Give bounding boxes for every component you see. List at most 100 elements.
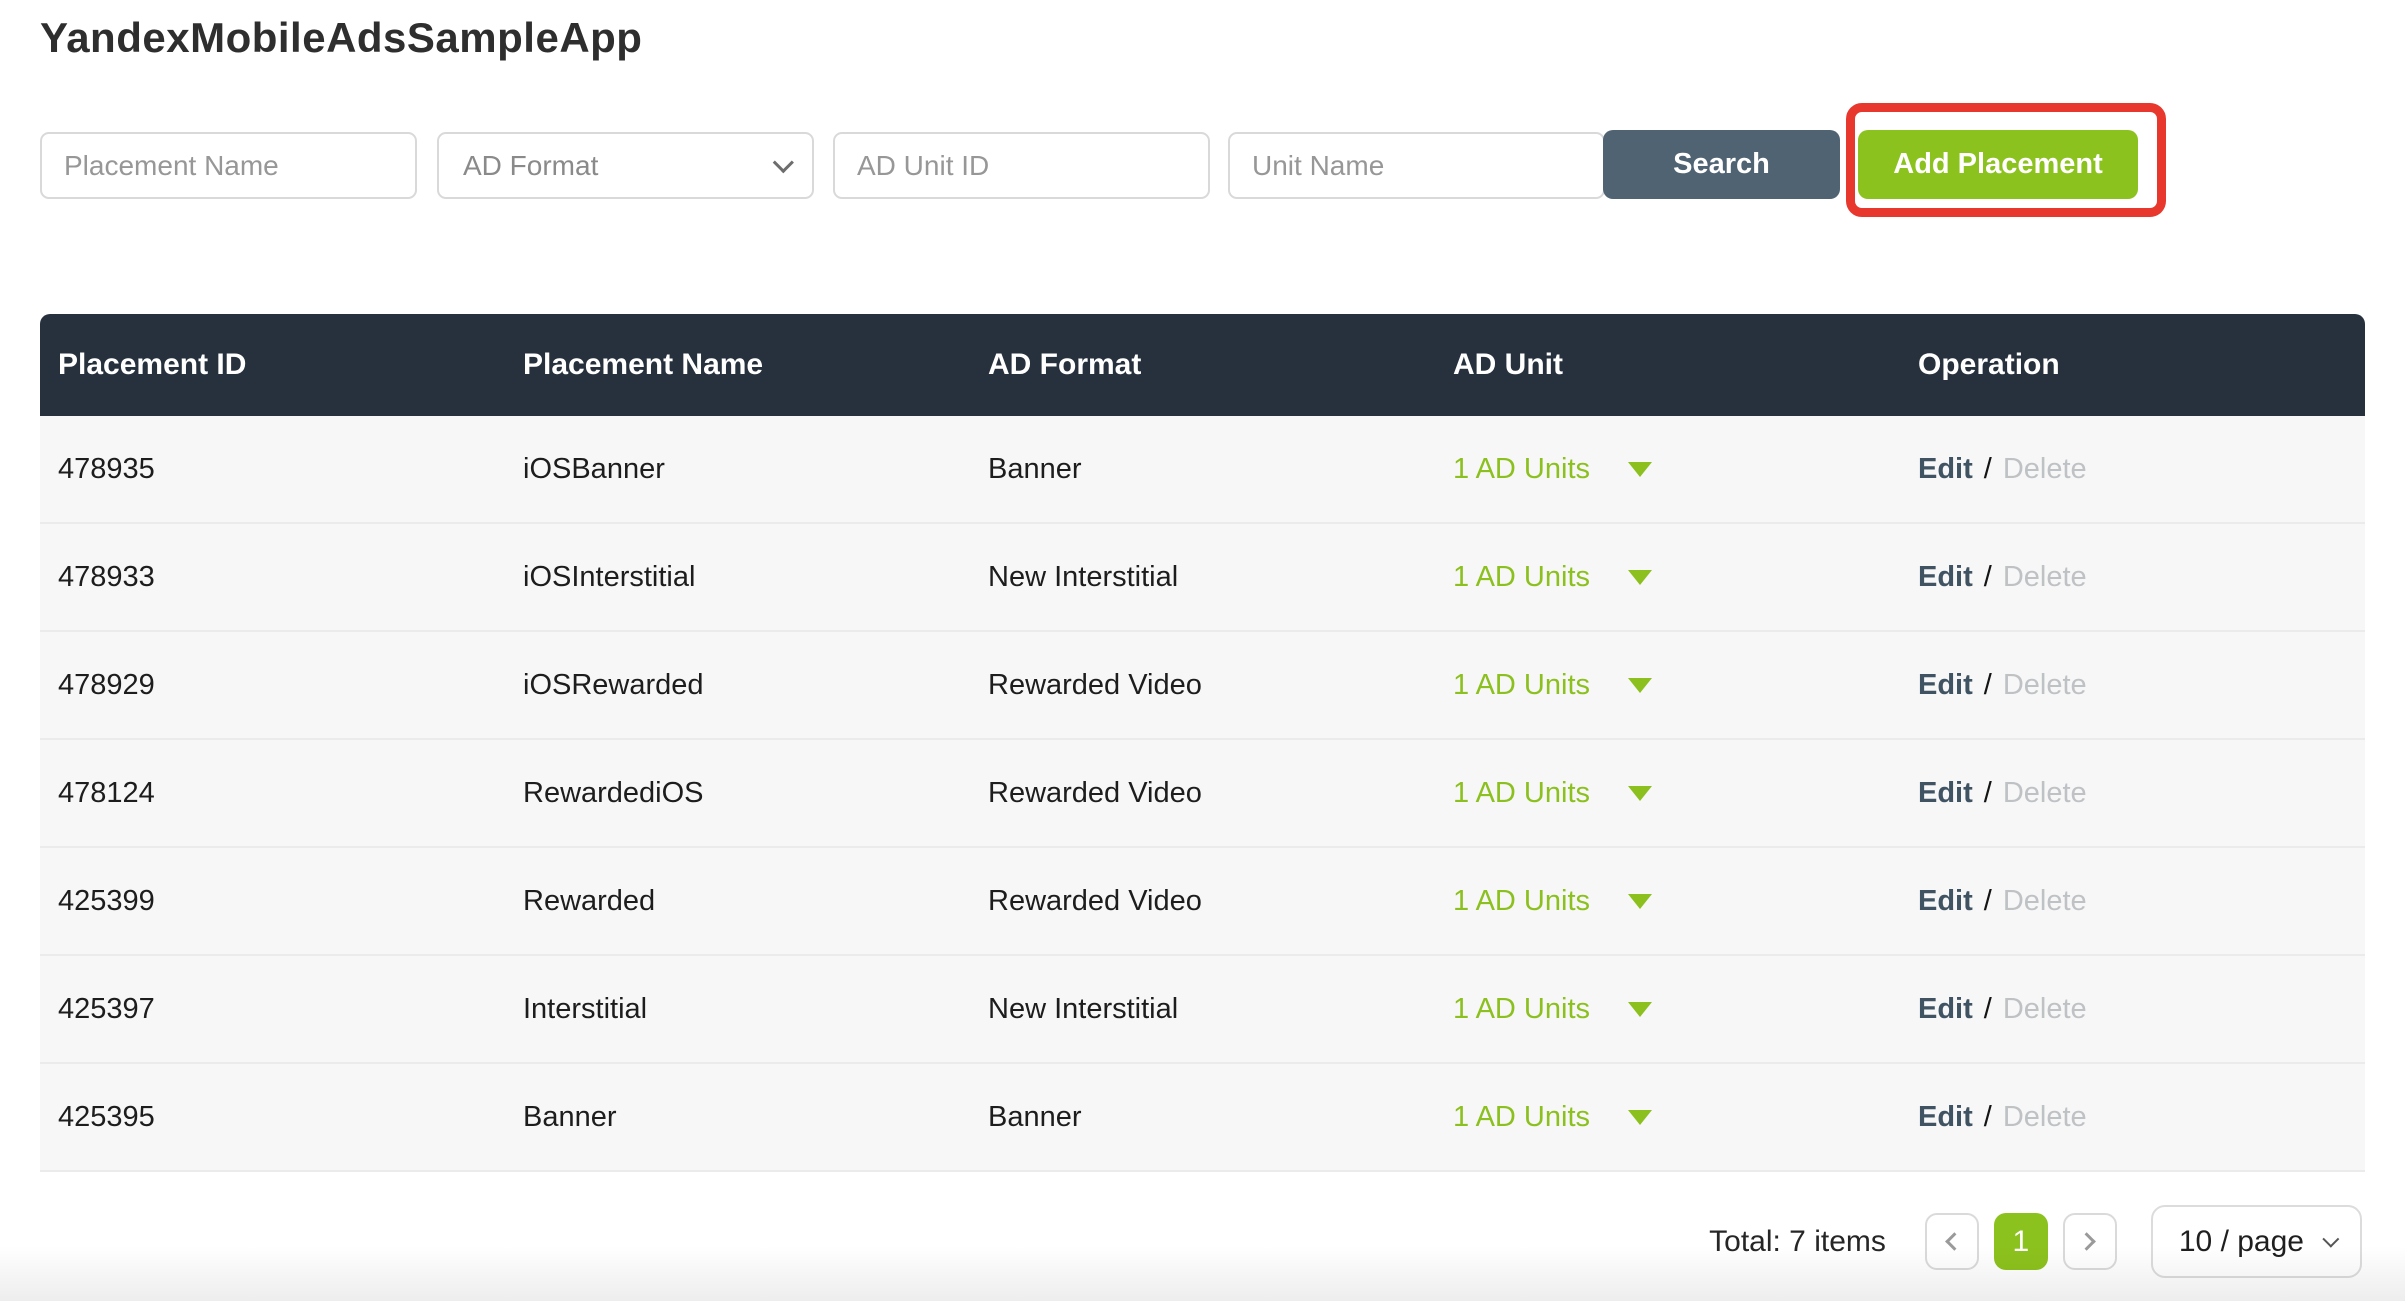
operation-separator: /	[1973, 1101, 2003, 1133]
ad-units-label: 1 AD Units	[1453, 885, 1590, 918]
cell-placement-id: 425397	[40, 993, 505, 1026]
delete-link[interactable]: Delete	[2003, 453, 2087, 485]
cell-placement-id: 425399	[40, 885, 505, 918]
edit-link[interactable]: Edit	[1918, 777, 1973, 809]
cell-placement-id: 425395	[40, 1101, 505, 1134]
ad-units-label: 1 AD Units	[1453, 1101, 1590, 1134]
operation-separator: /	[1973, 453, 2003, 485]
ad-units-expander[interactable]: 1 AD Units	[1453, 453, 1900, 486]
cell-ad-format: New Interstitial	[970, 561, 1435, 594]
table-header: Placement ID Placement Name AD Format AD…	[40, 314, 2365, 416]
cell-placement-id: 478124	[40, 777, 505, 810]
cell-placement-name: RewardediOS	[505, 777, 970, 810]
delete-link[interactable]: Delete	[2003, 1101, 2087, 1133]
ad-units-expander[interactable]: 1 AD Units	[1453, 777, 1900, 810]
ad-units-expander[interactable]: 1 AD Units	[1453, 669, 1900, 702]
table-row: 478929 iOSRewarded Rewarded Video 1 AD U…	[40, 632, 2365, 740]
page-size-select[interactable]: 10 / page	[2151, 1205, 2362, 1278]
cell-ad-format: Banner	[970, 453, 1435, 486]
cell-ad-format: Banner	[970, 1101, 1435, 1134]
search-button[interactable]: Search	[1603, 130, 1840, 199]
placement-name-input[interactable]	[40, 132, 417, 199]
operation-separator: /	[1973, 561, 2003, 593]
page-1-button[interactable]: 1	[1994, 1213, 2048, 1270]
cell-operation: Edit/Delete	[1900, 993, 2365, 1026]
cell-ad-format: Rewarded Video	[970, 669, 1435, 702]
cell-placement-name: iOSBanner	[505, 453, 970, 486]
chevron-down-icon	[2322, 1230, 2339, 1247]
cell-placement-id: 478929	[40, 669, 505, 702]
edit-link[interactable]: Edit	[1918, 669, 1973, 701]
table-row: 478933 iOSInterstitial New Interstitial …	[40, 524, 2365, 632]
delete-link[interactable]: Delete	[2003, 669, 2087, 701]
delete-link[interactable]: Delete	[2003, 777, 2087, 809]
delete-link[interactable]: Delete	[2003, 561, 2087, 593]
chevron-left-icon	[1946, 1232, 1964, 1250]
ad-units-label: 1 AD Units	[1453, 993, 1590, 1026]
page-title: YandexMobileAdsSampleApp	[40, 14, 642, 62]
ad-units-expander[interactable]: 1 AD Units	[1453, 1101, 1900, 1134]
ad-units-label: 1 AD Units	[1453, 561, 1590, 594]
ad-units-expander[interactable]: 1 AD Units	[1453, 561, 1900, 594]
ad-format-select[interactable]: AD Format	[437, 132, 814, 199]
chevron-down-icon	[773, 152, 794, 173]
cell-operation: Edit/Delete	[1900, 1101, 2365, 1134]
delete-link[interactable]: Delete	[2003, 885, 2087, 917]
table-row: 478935 iOSBanner Banner 1 AD Units Edit/…	[40, 416, 2365, 524]
ad-units-label: 1 AD Units	[1453, 669, 1590, 702]
cell-placement-name: Banner	[505, 1101, 970, 1134]
add-placement-button[interactable]: Add Placement	[1858, 130, 2138, 199]
table-row: 425397 Interstitial New Interstitial 1 A…	[40, 956, 2365, 1064]
table-row: 425399 Rewarded Rewarded Video 1 AD Unit…	[40, 848, 2365, 956]
ad-unit-id-input[interactable]	[833, 132, 1210, 199]
caret-down-icon	[1628, 1110, 1652, 1125]
edit-link[interactable]: Edit	[1918, 561, 1973, 593]
page-size-value: 10 / page	[2179, 1225, 2304, 1259]
cell-placement-name: Rewarded	[505, 885, 970, 918]
caret-down-icon	[1628, 462, 1652, 477]
operation-separator: /	[1973, 777, 2003, 809]
placements-table: Placement ID Placement Name AD Format AD…	[40, 314, 2365, 1172]
delete-link[interactable]: Delete	[2003, 993, 2087, 1025]
column-header-placement-id: Placement ID	[40, 348, 505, 382]
caret-down-icon	[1628, 894, 1652, 909]
table-row: 478124 RewardediOS Rewarded Video 1 AD U…	[40, 740, 2365, 848]
caret-down-icon	[1628, 678, 1652, 693]
ad-units-label: 1 AD Units	[1453, 777, 1590, 810]
chevron-right-icon	[2078, 1232, 2096, 1250]
cell-operation: Edit/Delete	[1900, 453, 2365, 486]
ad-units-expander[interactable]: 1 AD Units	[1453, 885, 1900, 918]
edit-link[interactable]: Edit	[1918, 993, 1973, 1025]
operation-separator: /	[1973, 669, 2003, 701]
cell-placement-id: 478933	[40, 561, 505, 594]
cell-operation: Edit/Delete	[1900, 885, 2365, 918]
caret-down-icon	[1628, 786, 1652, 801]
cell-ad-format: Rewarded Video	[970, 885, 1435, 918]
caret-down-icon	[1628, 1002, 1652, 1017]
cell-operation: Edit/Delete	[1900, 561, 2365, 594]
edit-link[interactable]: Edit	[1918, 453, 1973, 485]
column-header-operation: Operation	[1900, 348, 2365, 382]
unit-name-input[interactable]	[1228, 132, 1605, 199]
cell-placement-id: 478935	[40, 453, 505, 486]
cell-placement-name: Interstitial	[505, 993, 970, 1026]
total-items-label: Total: 7 items	[1709, 1225, 1886, 1259]
column-header-ad-format: AD Format	[970, 348, 1435, 382]
ad-units-expander[interactable]: 1 AD Units	[1453, 993, 1900, 1026]
cell-operation: Edit/Delete	[1900, 669, 2365, 702]
next-page-button[interactable]	[2063, 1213, 2117, 1270]
column-header-placement-name: Placement Name	[505, 348, 970, 382]
table-row: 425395 Banner Banner 1 AD Units Edit/Del…	[40, 1064, 2365, 1172]
prev-page-button[interactable]	[1925, 1213, 1979, 1270]
edit-link[interactable]: Edit	[1918, 885, 1973, 917]
cell-operation: Edit/Delete	[1900, 777, 2365, 810]
pagination-bar: Total: 7 items 1 10 / page	[1709, 1205, 2362, 1278]
ad-units-label: 1 AD Units	[1453, 453, 1590, 486]
ad-format-select-value: AD Format	[463, 150, 598, 182]
column-header-ad-unit: AD Unit	[1435, 348, 1900, 382]
edit-link[interactable]: Edit	[1918, 1101, 1973, 1133]
cell-ad-format: Rewarded Video	[970, 777, 1435, 810]
cell-placement-name: iOSRewarded	[505, 669, 970, 702]
cell-placement-name: iOSInterstitial	[505, 561, 970, 594]
cell-ad-format: New Interstitial	[970, 993, 1435, 1026]
